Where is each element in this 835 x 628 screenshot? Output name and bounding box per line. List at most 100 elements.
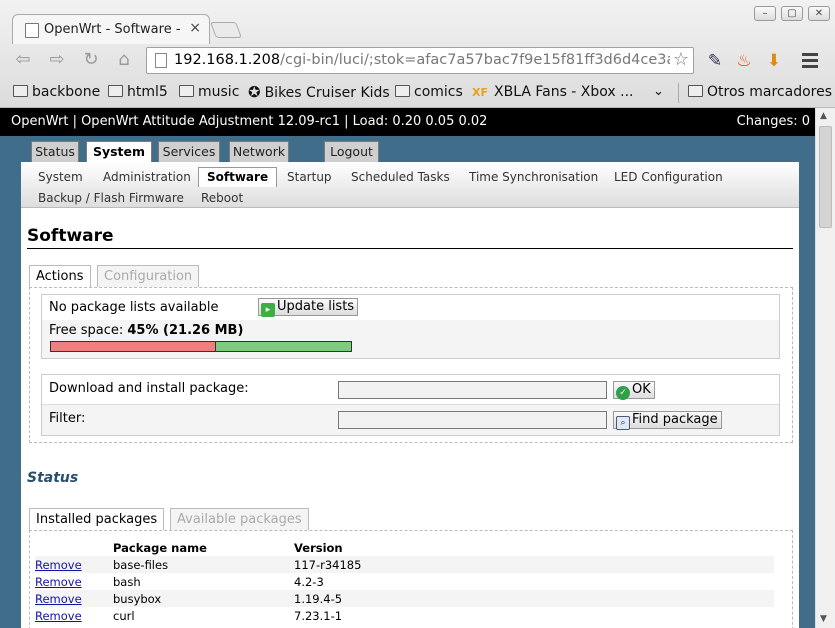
table-row: Remove busybox 1.19.4-5 [35,590,774,607]
header-bar: OpenWrt | OpenWrt Attitude Adjustment 12… [0,108,815,136]
package-version: 4.2-3 [294,574,324,589]
package-name: base-files [113,557,169,572]
subtab-software[interactable]: Software [198,167,278,187]
page-title: Software [27,226,114,246]
bookmark-star-icon[interactable]: ☆ [673,49,689,70]
bookmark-music[interactable]: music [179,82,239,102]
filter-input[interactable] [338,411,607,429]
tab-status[interactable]: Status [31,141,79,162]
subtab-reboot[interactable]: Reboot [201,191,243,205]
remove-link[interactable]: Remove [35,609,82,623]
url-path: /cgi-bin/luci/;stok=afac7a57bac7f9e15f81… [280,52,670,68]
filter-row: Filter: ⌕ Find package [42,405,779,435]
bookmark-html5[interactable]: html5 [108,82,168,102]
package-name: bash [113,574,141,589]
bookmark-comics[interactable]: comics [395,82,463,102]
page-scrollbar[interactable]: ▲ ▼ [815,108,835,628]
checkmark-icon: ✓ [616,386,630,400]
remove-link[interactable]: Remove [35,558,82,572]
folder-icon [108,85,123,97]
tab-services[interactable]: Services [158,141,220,162]
update-lists-button[interactable]: ▸ Update lists [258,298,359,317]
bookmark-bikes[interactable]: ✪ Bikes Cruiser Kids [248,82,390,102]
status-heading: Status [27,470,79,486]
menu-icon[interactable] [798,50,822,70]
title-divider [27,248,793,249]
address-bar[interactable]: 192.168.1.208/cgi-bin/luci/;stok=afac7a5… [146,47,694,74]
bookmark-xbla[interactable]: XF XBLA Fans - Xbox ... [472,82,634,102]
download-install-label: Download and install package: [49,381,249,396]
tab-system[interactable]: System [86,141,152,163]
extension-download-icon[interactable]: ⬇ [762,49,786,73]
page-favicon-icon [25,23,39,38]
browser-tab[interactable]: OpenWrt - Software - Lu × [12,14,210,44]
find-package-button[interactable]: ⌕ Find package [613,411,722,430]
folder-icon [13,85,28,97]
package-name-input[interactable] [338,381,607,399]
column-header-name: Package name [113,540,207,555]
table-header-row: Package name Version [35,539,774,556]
used-space-fill [51,342,216,351]
tab-title: OpenWrt - Software - Lu [44,22,184,37]
column-header-action [35,539,113,556]
submenu: System Administration Software Startup S… [21,162,799,208]
other-bookmarks[interactable]: Otros marcadores [688,82,832,102]
chevron-down-icon[interactable]: ⌄ [653,82,664,102]
table-row: Remove bash 4.2-3 [35,573,774,590]
tab-logout[interactable]: Logout [324,141,379,162]
subtab-administration[interactable]: Administration [103,170,191,184]
maximize-icon[interactable]: ▢ [781,6,803,21]
column-header-version: Version [294,540,343,555]
tab-installed-packages[interactable]: Installed packages [29,508,165,530]
tab-available-packages[interactable]: Available packages [170,508,309,530]
folder-icon [688,85,703,97]
url-host: 192.168.1.208 [174,52,281,68]
free-space-bar [50,341,352,352]
forward-icon[interactable]: ⇨ [44,48,70,72]
luci-page: OpenWrt | OpenWrt Attitude Adjustment 12… [0,108,815,628]
tab-network[interactable]: Network [229,141,289,162]
subtab-system[interactable]: System [38,170,83,184]
changes-counter[interactable]: Changes: 0 [737,114,810,129]
close-window-icon[interactable]: ✕ [808,6,830,21]
package-version: 117-r34185 [294,557,362,572]
free-space-value: 45% (21.26 MB) [127,323,244,338]
content-area: System Administration Software Startup S… [21,162,799,628]
hostname-info: OpenWrt | OpenWrt Attitude Adjustment 12… [11,114,488,129]
package-name: curl [113,608,135,623]
extension-flame-icon[interactable]: ♨ [732,49,756,73]
new-tab-button[interactable] [210,22,242,38]
subtab-startup[interactable]: Startup [287,170,332,184]
tab-actions[interactable]: Actions [29,265,91,287]
free-space-row: Free space: 45% (21.26 MB) [42,320,779,358]
subtab-backup-flash[interactable]: Backup / Flash Firmware [38,191,184,205]
bookmark-backbone[interactable]: backbone [13,82,100,102]
close-tab-icon[interactable]: × [189,20,201,36]
extension-dev-icon[interactable]: ✎ [703,49,727,73]
reload-icon[interactable]: ↻ [78,48,104,72]
minimize-icon[interactable]: – [754,6,776,21]
main-menu: Status System Services Network Logout [0,136,815,163]
home-icon[interactable]: ⌂ [111,48,137,72]
subtab-led-configuration[interactable]: LED Configuration [614,170,723,184]
package-list-box: No package lists available ▸ Update lists… [41,294,780,359]
subtab-scheduled-tasks[interactable]: Scheduled Tasks [351,170,450,184]
tab-configuration[interactable]: Configuration [97,265,200,287]
magnifier-icon: ⌕ [616,416,630,430]
subtab-time-sync[interactable]: Time Synchronisation [469,170,598,184]
actions-panel: No package lists available ▸ Update lists… [29,287,793,443]
remove-link[interactable]: Remove [35,592,82,606]
package-version: 7.23.1-1 [294,608,343,623]
xf-icon: XF [472,86,488,99]
ok-button[interactable]: ✓ OK [613,381,655,400]
update-icon: ▸ [261,303,275,317]
table-row: Remove curl 7.23.1-1 [35,607,774,624]
filter-label: Filter: [49,411,86,426]
scroll-up-icon[interactable]: ▲ [820,111,827,121]
back-icon[interactable]: ⇦ [10,48,36,72]
bookmarks-separator [678,83,679,103]
scroll-down-icon[interactable]: ▼ [820,614,827,624]
remove-link[interactable]: Remove [35,575,82,589]
free-space-label: Free space: 45% (21.26 MB) [49,323,244,338]
scrollbar-thumb[interactable] [819,126,832,228]
